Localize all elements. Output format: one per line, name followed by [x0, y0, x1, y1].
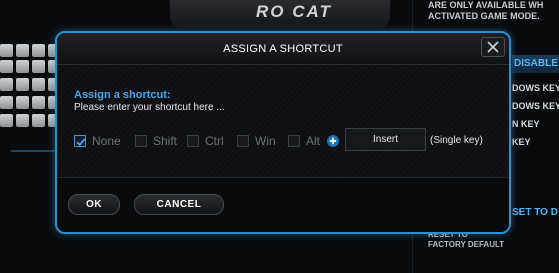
modifier-ctrl-checkbox[interactable]: Ctrl [187, 134, 224, 148]
modifier-label: Win [255, 134, 276, 148]
dialog-footer [57, 177, 509, 232]
panel-item[interactable]: DOWS KEY [512, 101, 559, 111]
game-mode-notice: ARE ONLY AVAILABLE WH ACTIVATED GAME MOD… [428, 0, 559, 22]
close-icon [487, 41, 499, 53]
keyboard-key [16, 114, 29, 127]
keyboard-key [0, 44, 13, 57]
keyboard-key [0, 114, 13, 127]
check-icon [76, 138, 86, 147]
modifier-label: Ctrl [205, 134, 224, 148]
keyboard-key [16, 78, 29, 91]
keyboard-key [32, 44, 45, 57]
keyboard-key [32, 60, 45, 73]
notice-line: ACTIVATED GAME MODE. [428, 11, 540, 21]
cancel-button[interactable]: CANCEL [134, 194, 224, 215]
keyboard-key [0, 60, 13, 73]
assign-hint: Please enter your shortcut here ... [74, 102, 225, 113]
checkbox-box [288, 135, 300, 147]
panel-item[interactable]: N KEY [512, 119, 559, 129]
disable-section-header: DISABLE [512, 55, 559, 73]
plus-glyph [326, 134, 339, 147]
modifier-alt-checkbox[interactable]: Alt [288, 134, 320, 148]
keyboard-key [0, 78, 13, 91]
keyboard-key [0, 96, 13, 109]
modifier-label: Alt [306, 134, 321, 148]
modifier-shift-checkbox[interactable]: Shift [135, 134, 177, 148]
panel-item[interactable]: KEY [512, 137, 559, 147]
keyboard-key [32, 96, 45, 109]
plus-icon [326, 134, 339, 147]
checkbox-box [135, 135, 147, 147]
modifier-label: None [92, 134, 121, 148]
close-button[interactable] [481, 37, 505, 57]
modifier-label: Shift [153, 134, 178, 148]
modifier-none-checkbox[interactable]: None [74, 134, 121, 148]
ok-button[interactable]: OK [68, 194, 120, 215]
checkbox-box [237, 135, 249, 147]
shortcut-key-field[interactable]: Insert [345, 128, 426, 151]
keyboard-logo: RO CAT [256, 2, 332, 21]
panel-item[interactable]: DOWS KEY [512, 83, 559, 93]
assign-shortcut-dialog: ASSIGN A SHORTCUT [55, 31, 511, 234]
keyboard-key [32, 78, 45, 91]
notice-line: ARE ONLY AVAILABLE WH [428, 0, 544, 10]
dialog-title: ASSIGN A SHORTCUT [57, 33, 509, 65]
modifier-win-checkbox[interactable]: Win [237, 134, 276, 148]
keyboard-key [16, 60, 29, 73]
reset-line: FACTORY DEFAULT [428, 240, 505, 249]
keyboard-key [16, 96, 29, 109]
reset-section-header: SET TO D [512, 207, 558, 218]
assign-label: Assign a shortcut: [74, 89, 171, 101]
single-key-note: (Single key) [430, 135, 483, 146]
checkbox-box [187, 135, 199, 147]
checkbox-box [74, 135, 86, 147]
dialog-body [57, 65, 509, 177]
keyboard-key [32, 114, 45, 127]
keyboard-key [16, 44, 29, 57]
